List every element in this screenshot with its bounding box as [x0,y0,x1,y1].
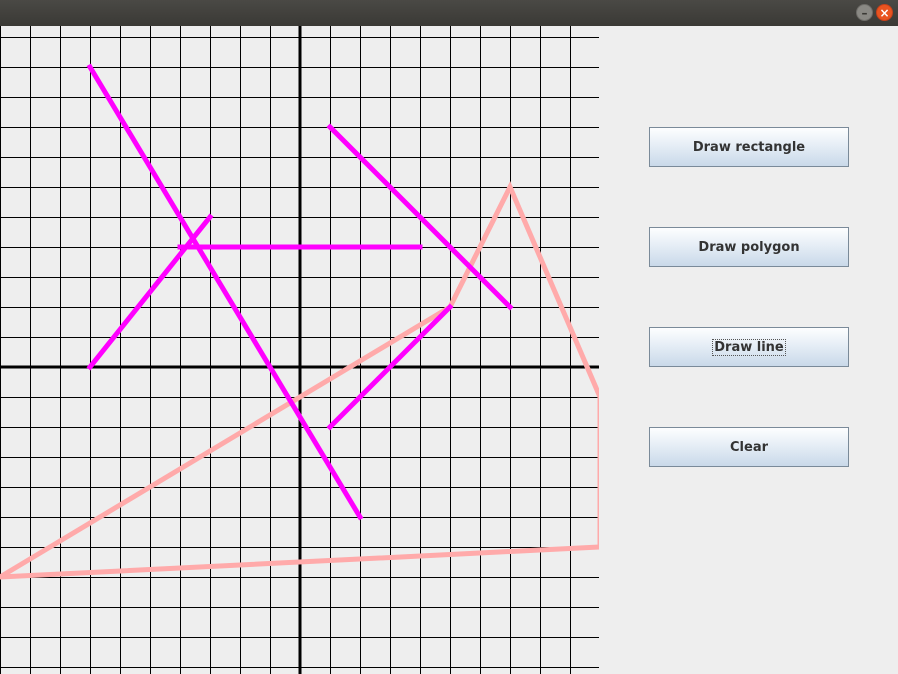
window-titlebar: – × [0,0,898,26]
close-icon[interactable]: × [876,4,893,21]
draw-polygon-label: Draw polygon [698,239,800,255]
draw-polygon-button[interactable]: Draw polygon [649,227,849,267]
clear-button[interactable]: Clear [649,427,849,467]
draw-line-button[interactable]: Draw line [649,327,849,367]
drawing-canvas[interactable] [0,26,599,674]
draw-rectangle-label: Draw rectangle [692,139,806,155]
line-shape-1 [86,63,364,521]
minimize-icon[interactable]: – [856,4,873,21]
draw-line-label: Draw line [712,338,786,356]
clear-label: Clear [730,439,768,455]
draw-rectangle-button[interactable]: Draw rectangle [649,127,849,167]
canvas-svg [0,26,599,674]
axes-layer [0,26,599,674]
